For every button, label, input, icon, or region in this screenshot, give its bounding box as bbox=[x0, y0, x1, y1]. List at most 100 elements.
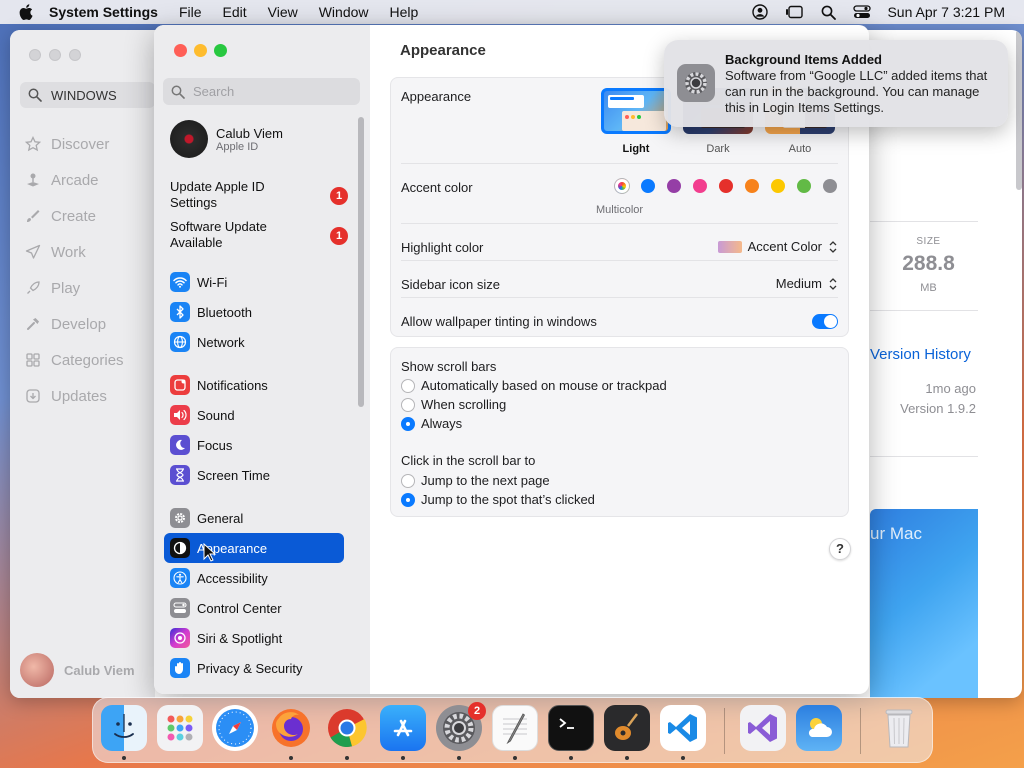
minimize-button[interactable] bbox=[194, 44, 207, 57]
version-history-link[interactable]: Version History bbox=[870, 346, 971, 363]
radio-circle bbox=[401, 378, 415, 393]
app-store-search-field[interactable]: WINDOWS bbox=[20, 82, 155, 108]
finder-icon bbox=[114, 714, 134, 738]
scroll-bars-always-radio[interactable]: Always bbox=[401, 416, 462, 431]
app-store-zoom-button[interactable] bbox=[69, 49, 81, 61]
menu-view[interactable]: View bbox=[268, 4, 298, 20]
sidebar-item-siri-spotlight[interactable]: Siri & Spotlight bbox=[164, 623, 344, 653]
scroll-bars-automatic-radio[interactable]: Automatically based on mouse or trackpad bbox=[401, 378, 667, 393]
dock-safari[interactable] bbox=[212, 705, 258, 751]
sidebar-item-appearance[interactable]: Appearance bbox=[164, 533, 344, 563]
highlight-color-popup[interactable]: Accent Color bbox=[717, 239, 838, 254]
accent-swatch-red[interactable] bbox=[719, 179, 733, 193]
menu-file[interactable]: File bbox=[179, 4, 202, 20]
menu-help[interactable]: Help bbox=[390, 4, 419, 20]
zoom-button[interactable] bbox=[214, 44, 227, 57]
jump-next-page-radio[interactable]: Jump to the next page bbox=[401, 473, 550, 488]
apple-menu-icon[interactable] bbox=[19, 4, 35, 20]
sidebar-item-focus[interactable]: Focus bbox=[164, 430, 344, 460]
settings-search-field[interactable]: Search bbox=[163, 78, 360, 105]
stage-manager-icon[interactable] bbox=[785, 4, 804, 20]
avatar bbox=[20, 653, 54, 687]
accent-swatch-pink[interactable] bbox=[693, 179, 707, 193]
dock-firefox[interactable] bbox=[268, 705, 314, 751]
scroll-bars-when-scrolling-radio[interactable]: When scrolling bbox=[401, 397, 506, 412]
notification-badge: 1 bbox=[330, 227, 348, 245]
dock-trash[interactable] bbox=[876, 705, 922, 751]
sidebar-item-wifi[interactable]: Wi-Fi bbox=[164, 267, 344, 297]
sidebar-item-notifications[interactable]: Notifications bbox=[164, 370, 344, 400]
control-center-icon bbox=[170, 598, 190, 618]
sidebar-item-privacy-security[interactable]: Privacy & Security bbox=[164, 653, 344, 683]
app-menu[interactable]: System Settings bbox=[49, 4, 158, 20]
app-store-close-button[interactable] bbox=[29, 49, 41, 61]
accent-swatch-multicolor[interactable] bbox=[615, 179, 629, 193]
radio-label: When scrolling bbox=[421, 397, 507, 412]
control-center-icon[interactable] bbox=[853, 4, 872, 20]
user-account-icon[interactable] bbox=[751, 4, 769, 20]
sidebar-item-control-center[interactable]: Control Center bbox=[164, 593, 344, 623]
highlight-color-label: Highlight color bbox=[401, 240, 484, 255]
chevron-up-down-icon bbox=[829, 277, 837, 290]
sidebar-icon-size-popup[interactable]: Medium bbox=[776, 276, 838, 291]
app-store-nav-create[interactable]: Create bbox=[24, 207, 96, 225]
dock-textedit[interactable] bbox=[492, 705, 538, 751]
dock-app-store[interactable] bbox=[380, 705, 426, 751]
sidebar-item-general[interactable]: General bbox=[164, 503, 344, 533]
wallpaper-tinting-toggle[interactable] bbox=[812, 314, 838, 329]
highlight-swatch bbox=[717, 240, 742, 253]
running-indicator bbox=[457, 756, 461, 760]
sidebar-item-label: General bbox=[197, 510, 244, 526]
accent-swatch-graphite[interactable] bbox=[823, 179, 837, 193]
app-store-nav-arcade[interactable]: Arcade bbox=[24, 171, 99, 189]
sidebar-scrollbar[interactable] bbox=[358, 117, 364, 407]
accessibility-icon bbox=[170, 568, 190, 588]
accent-swatch-blue[interactable] bbox=[641, 179, 655, 193]
software-update-available-item[interactable]: Software Update Available 1 bbox=[170, 219, 350, 251]
sidebar-item-screen-time[interactable]: Screen Time bbox=[164, 460, 344, 490]
app-store-nav-develop[interactable]: Develop bbox=[24, 315, 106, 333]
app-store-nav-categories[interactable]: Categories bbox=[24, 351, 124, 369]
spotlight-search-icon[interactable] bbox=[819, 4, 837, 20]
menu-window[interactable]: Window bbox=[319, 4, 369, 20]
update-apple-id-settings-item[interactable]: Update Apple ID Settings 1 bbox=[170, 179, 350, 211]
app-store-search-value: WINDOWS bbox=[51, 87, 117, 103]
theme-option-light[interactable]: Light bbox=[601, 88, 671, 155]
background-items-notification[interactable]: Background Items Added Software from “Go… bbox=[664, 40, 1008, 127]
dock-chrome[interactable] bbox=[324, 705, 370, 751]
sidebar-item-sound[interactable]: Sound bbox=[164, 400, 344, 430]
dock-weather[interactable] bbox=[796, 705, 842, 751]
radio-circle bbox=[401, 492, 415, 507]
version-date: 1mo ago bbox=[925, 381, 976, 396]
sidebar-item-bluetooth[interactable]: Bluetooth bbox=[164, 297, 344, 327]
accent-swatch-orange[interactable] bbox=[745, 179, 759, 193]
menu-edit[interactable]: Edit bbox=[223, 4, 247, 20]
app-store-nav-discover[interactable]: Discover bbox=[24, 135, 109, 153]
app-store-nav-play[interactable]: Play bbox=[24, 279, 80, 297]
app-store-nav-work[interactable]: Work bbox=[24, 243, 86, 261]
app-store-account[interactable]: Calub Viem bbox=[20, 653, 135, 687]
dock-garageband[interactable] bbox=[604, 705, 650, 751]
sidebar-item-accessibility[interactable]: Accessibility bbox=[164, 563, 344, 593]
star-icon bbox=[24, 135, 42, 153]
accent-swatch-purple[interactable] bbox=[667, 179, 681, 193]
jump-to-spot-radio[interactable]: Jump to the spot that’s clicked bbox=[401, 492, 595, 507]
dock-launchpad[interactable] bbox=[157, 705, 203, 751]
app-store-minimize-button[interactable] bbox=[49, 49, 61, 61]
dock-visual-studio[interactable] bbox=[740, 705, 786, 751]
sidebar-item-network[interactable]: Network bbox=[164, 327, 344, 357]
dock-finder[interactable] bbox=[101, 705, 147, 751]
app-store-scrollbar[interactable] bbox=[1016, 30, 1022, 190]
help-button[interactable]: ? bbox=[829, 538, 851, 560]
dock-vscode[interactable] bbox=[660, 705, 706, 751]
menu-bar: System Settings File Edit View Window He… bbox=[0, 0, 1024, 24]
app-size-unit: MB bbox=[920, 282, 937, 294]
banner-text: ur Mac bbox=[870, 524, 922, 543]
app-store-nav-updates[interactable]: Updates bbox=[24, 387, 107, 405]
menu-bar-clock[interactable]: Sun Apr 7 3:21 PM bbox=[887, 4, 1005, 20]
dock-terminal[interactable] bbox=[548, 705, 594, 751]
accent-swatch-yellow[interactable] bbox=[771, 179, 785, 193]
apple-id-account[interactable]: Calub Viem Apple ID bbox=[170, 120, 283, 158]
accent-swatch-green[interactable] bbox=[797, 179, 811, 193]
close-button[interactable] bbox=[174, 44, 187, 57]
